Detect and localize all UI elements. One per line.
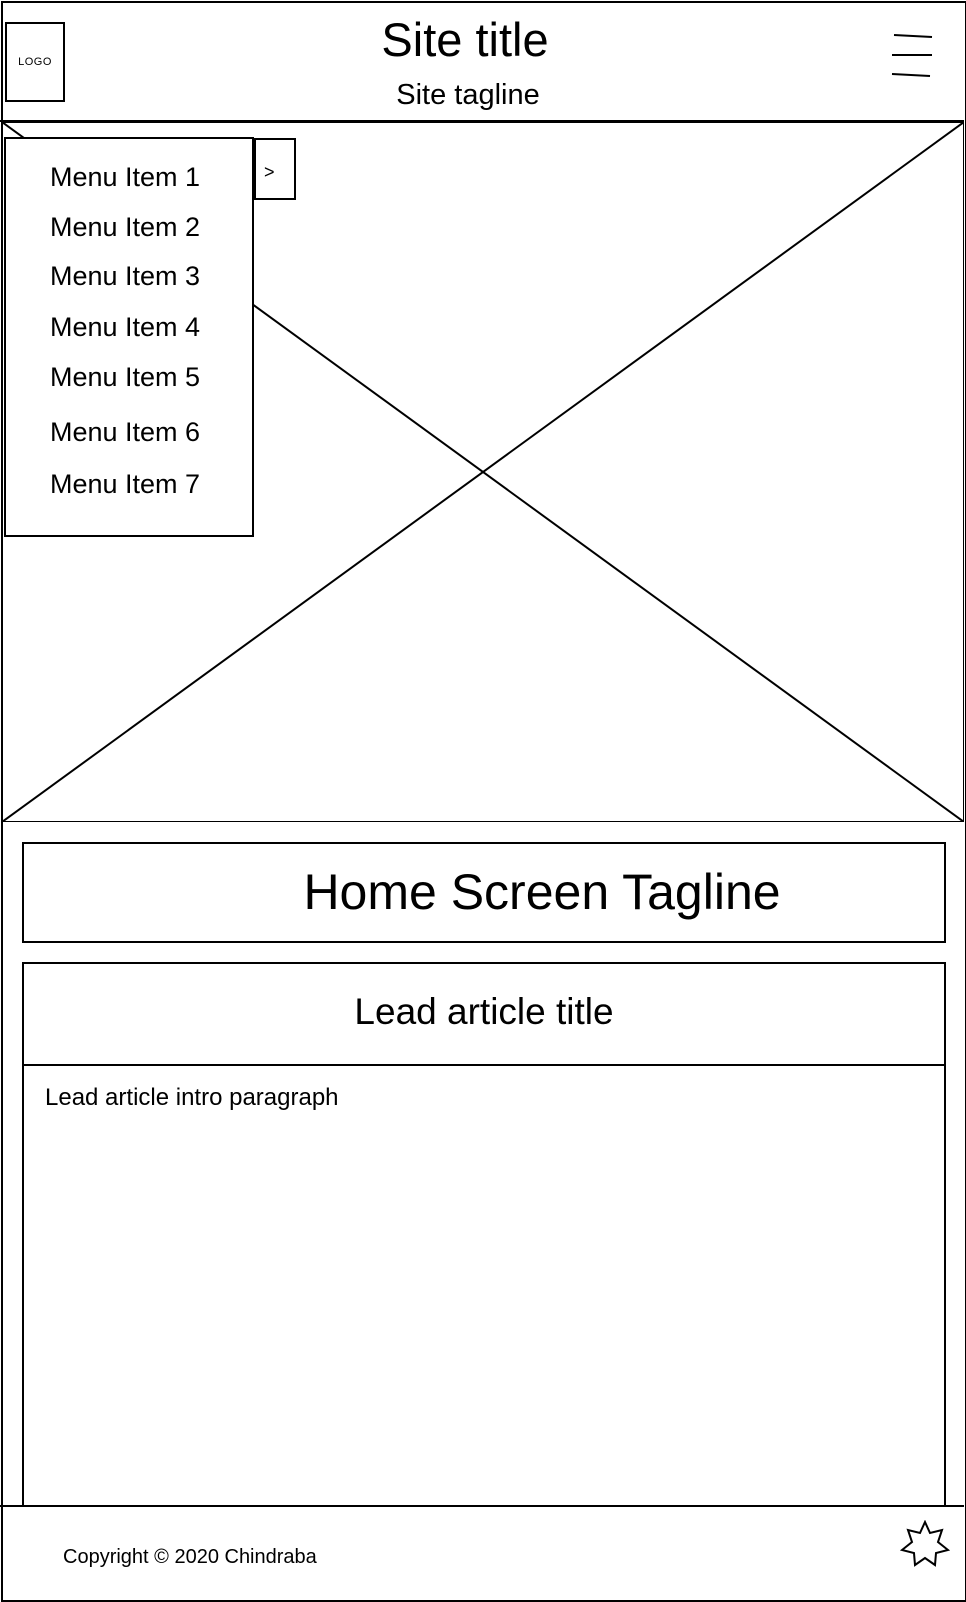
menu-item-4[interactable]: Menu Item 4 [50, 311, 200, 343]
hamburger-icon[interactable] [886, 30, 936, 80]
copyright-text: Copyright © 2020 Chindraba [63, 1546, 317, 1568]
lead-article: Lead article title Lead article intro pa… [22, 962, 946, 1507]
site-title: Site title [381, 13, 549, 66]
lead-article-title[interactable]: Lead article title [24, 990, 944, 1034]
star-icon [900, 1520, 950, 1567]
dropdown-menu: Menu Item 1 Menu Item 2 Menu Item 3 Menu… [4, 137, 254, 537]
chevron-right-icon: > [264, 162, 275, 182]
site-header: LOGO Site title Site tagline [0, 0, 964, 122]
menu-item-1[interactable]: Menu Item 1 [50, 161, 200, 193]
menu-item-3[interactable]: Menu Item 3 [50, 260, 200, 292]
lead-article-header: Lead article title [24, 964, 944, 1066]
home-tagline-box: Home Screen Tagline [22, 842, 946, 943]
site-tagline: Site tagline [396, 79, 540, 111]
menu-item-2[interactable]: Menu Item 2 [50, 211, 200, 243]
menu-item-6[interactable]: Menu Item 6 [50, 416, 200, 448]
menu-item-7[interactable]: Menu Item 7 [50, 468, 200, 500]
menu-item-5[interactable]: Menu Item 5 [50, 361, 200, 393]
menu-toggle-button[interactable]: > [254, 138, 296, 200]
footer-divider [0, 1505, 964, 1507]
home-tagline: Home Screen Tagline [303, 864, 781, 920]
lead-article-intro: Lead article intro paragraph [45, 1084, 339, 1111]
